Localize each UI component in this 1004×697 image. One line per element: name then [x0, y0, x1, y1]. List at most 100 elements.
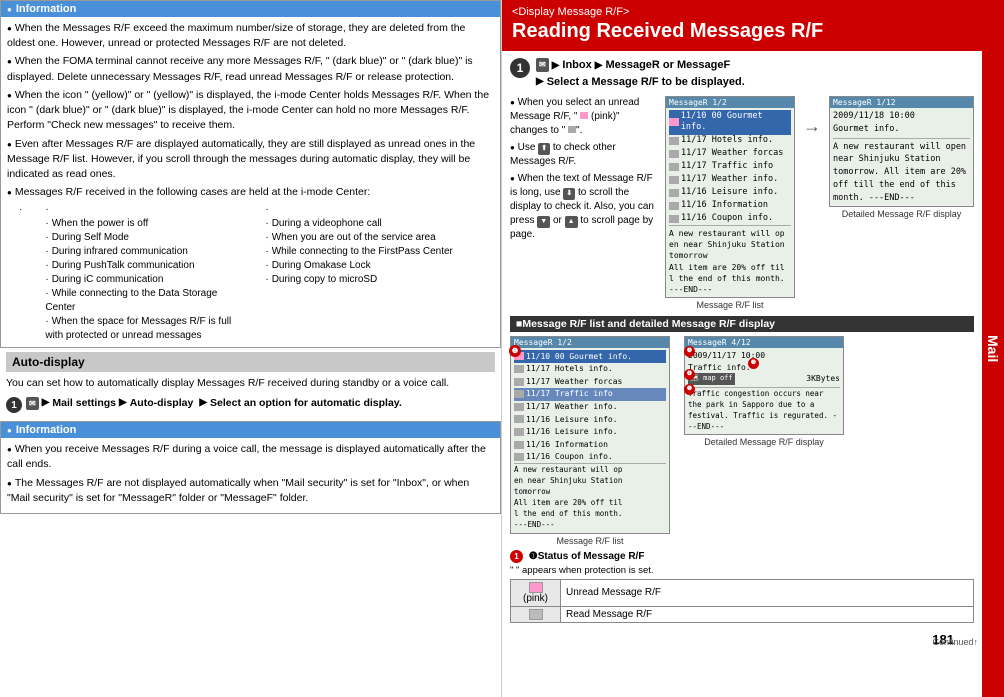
left-step1-content: ✉ ▶ Mail settings ▶ Auto-display ▶ Selec…	[26, 396, 402, 411]
big-screen1-label: Message R/F list	[556, 536, 623, 546]
right-wrapper: <Display Message R/F> Reading Received M…	[502, 0, 1004, 697]
screen2-header: MessageR 1/12	[830, 97, 973, 108]
info2-item-1: When you receive Messages R/F during a v…	[7, 442, 494, 472]
right-header: <Display Message R/F> Reading Received M…	[502, 0, 982, 51]
auto-display-section: Auto-display You can set how to automati…	[0, 348, 501, 421]
message-list-screen: MessageR 1/2 11/10 00 Gourmet info. 11/1…	[665, 96, 795, 298]
big-row0-text: 11/10 00 Gourmet info.	[526, 351, 632, 363]
big-row-5: 11/16 Leisure info.	[514, 413, 666, 426]
status-row-2: Read Message R/F	[511, 606, 974, 622]
auto-display-label: Auto-display	[130, 396, 194, 411]
right-header-title: Reading Received Messages R/F	[512, 20, 972, 43]
footer: 181 Continued↑	[502, 629, 982, 649]
screen1-body: 11/10 00 Gourmet info. 11/17 Hotels info…	[666, 108, 794, 297]
right-step1-num: 1	[510, 58, 530, 78]
screen1-label: Message R/F list	[696, 300, 763, 310]
map-icon: 🗺 map off	[688, 373, 735, 385]
screenshots-row-1: ● When you select an unread Message R/F,…	[510, 96, 974, 310]
big-screen1-preview: A new restaurant will open near Shinjuku…	[514, 463, 666, 530]
big-row4-text: 11/17 Weather info.	[526, 401, 618, 413]
sub-item-7: When the space for Messages R/F is full …	[45, 315, 245, 343]
big-gray-8	[514, 453, 524, 461]
big-gray-1	[514, 365, 524, 373]
gray-icon-5	[669, 189, 679, 197]
screen1-row-0: 11/10 00 Gourmet info.	[669, 110, 791, 135]
screen1-row-5: 11/16 Leisure info.	[669, 186, 791, 199]
big-screen1-container: MessageR 1/2 ❶ 11/10 00 Gourmet info. 11…	[510, 336, 670, 546]
screen1-row0-text: 11/10 00 Gourmet info.	[681, 111, 791, 135]
status-label-1: Unread Message R/F	[561, 579, 974, 606]
status-section: 1 ❶Status of Message R/F " " appears whe…	[510, 550, 974, 623]
big-row-1: 11/17 Hotels info.	[514, 363, 666, 376]
screen2-container: MessageR 1/12 2009/11/18 10:00 Gourmet i…	[829, 96, 974, 219]
status-icon-1: (pink)	[511, 579, 561, 606]
sub-item-4: During PushTalk communication	[45, 259, 245, 273]
status-title: 1 ❶Status of Message R/F	[510, 550, 974, 563]
big-gray-2	[514, 378, 524, 386]
gray-icon-2	[669, 150, 679, 158]
step1-line1: ✉ ▶ Inbox ▶ MessageR or MessageF	[536, 57, 745, 74]
big-detail-screen: MessageR 4/12 ❷ 2009/11/17 10:00 ❸ Traff…	[684, 336, 844, 435]
screen2-title: MessageR 1/12	[833, 98, 896, 107]
screen2-sender: Gourmet info.	[833, 123, 970, 136]
mail-tab: Mail	[982, 0, 1004, 697]
status-title-text: ❶Status of Message R/F	[529, 551, 645, 562]
big-row7-text: 11/16 Information	[526, 439, 608, 451]
gray-icon-7	[669, 215, 679, 223]
left-panel: Information When the Messages R/F exceed…	[0, 0, 502, 697]
arrow-1: ▶	[42, 396, 50, 410]
top-info-content: When the Messages R/F exceed the maximum…	[1, 17, 500, 347]
bottom-info-header-label: Information	[16, 424, 77, 436]
num-3: ❸	[748, 358, 759, 369]
select-option-label: Select an option for automatic display.	[210, 396, 402, 411]
screen1-row-4: 11/17 Weather info.	[669, 173, 791, 186]
big-screen2-sender-row: ❸ Traffic info.	[688, 362, 840, 374]
big-gray-4	[514, 403, 524, 411]
step1-line2: ▶ Select a Message R/F to be displayed.	[536, 74, 745, 91]
status-icon-2	[511, 606, 561, 622]
screen1-row3-text: 11/17 Traffic info	[681, 161, 773, 173]
bullet-1: ● When you select an unread Message R/F,…	[510, 96, 657, 138]
big-screen1-body: ❶ 11/10 00 Gourmet info. 11/17 Hotels in…	[511, 348, 669, 533]
envelope-icon[interactable]: ✉	[536, 58, 549, 72]
screen1-row7-text: 11/16 Coupon info.	[681, 213, 773, 225]
screen2-text: A new restaurant will open near Shinjuku…	[833, 138, 970, 205]
gray-icon-3	[669, 163, 679, 171]
screen1-row-6: 11/16 Information	[669, 199, 791, 212]
right-header-subtitle: <Display Message R/F>	[512, 6, 972, 18]
sub-item-12: During copy to microSD	[265, 273, 465, 287]
divider-arrow-1: →	[803, 116, 821, 137]
pink-icon-0	[669, 118, 679, 126]
inbox-label: Inbox	[562, 57, 591, 74]
big-screen2-body-text: ❺ Traffic congestion occurs near the par…	[688, 387, 840, 433]
status-note: " " appears when protection is set.	[510, 565, 974, 576]
step-instruction-line: ✉ ▶ Mail settings ▶ Auto-display ▶ Selec…	[26, 396, 402, 411]
big-screen2-header: MessageR 4/12	[685, 337, 843, 348]
big-row1-text: 11/17 Hotels info.	[526, 363, 613, 375]
status-label-2: Read Message R/F	[561, 606, 974, 622]
big-screen1-header: MessageR 1/2	[511, 337, 669, 348]
screen1-row-3: 11/17 Traffic info	[669, 161, 791, 174]
info2-item-2: The Messages R/F are not displayed autom…	[7, 476, 494, 506]
big-row8-text: 11/16 Coupon info.	[526, 451, 613, 463]
mail-icon-btn[interactable]: ✉	[26, 397, 39, 410]
info-item-2: When the FOMA terminal cannot receive an…	[7, 54, 494, 84]
sub-item-5: During iC communication	[45, 273, 245, 287]
sub-item-1: When the power is off	[45, 217, 245, 231]
message-rf-label: MessageR or MessageF	[605, 57, 730, 74]
big-row-4: 11/17 Weather info.	[514, 401, 666, 414]
info-item-4: Even after Messages R/F are displayed au…	[7, 137, 494, 183]
screen1-header: MessageR 1/2	[666, 97, 794, 108]
nav-icon[interactable]: ⬆	[538, 143, 550, 155]
detail-screen: MessageR 1/12 2009/11/18 10:00 Gourmet i…	[829, 96, 974, 207]
mail-settings-label: Mail settings	[52, 396, 116, 411]
big-row-2: 11/17 Weather forcas	[514, 375, 666, 388]
gray-icon-4	[669, 176, 679, 184]
right-main: <Display Message R/F> Reading Received M…	[502, 0, 982, 697]
screen1-preview: A new restaurant will open near Shinjuku…	[669, 225, 791, 295]
screen1-row-7: 11/16 Coupon info.	[669, 212, 791, 225]
big-row5-text: 11/16 Leisure info.	[526, 414, 618, 426]
big-screen2-label: Detailed Message R/F display	[704, 437, 824, 447]
big-screen2-sender: Traffic info.	[688, 363, 751, 372]
status-table: (pink) Unread Message R/F Read Message R…	[510, 579, 974, 623]
